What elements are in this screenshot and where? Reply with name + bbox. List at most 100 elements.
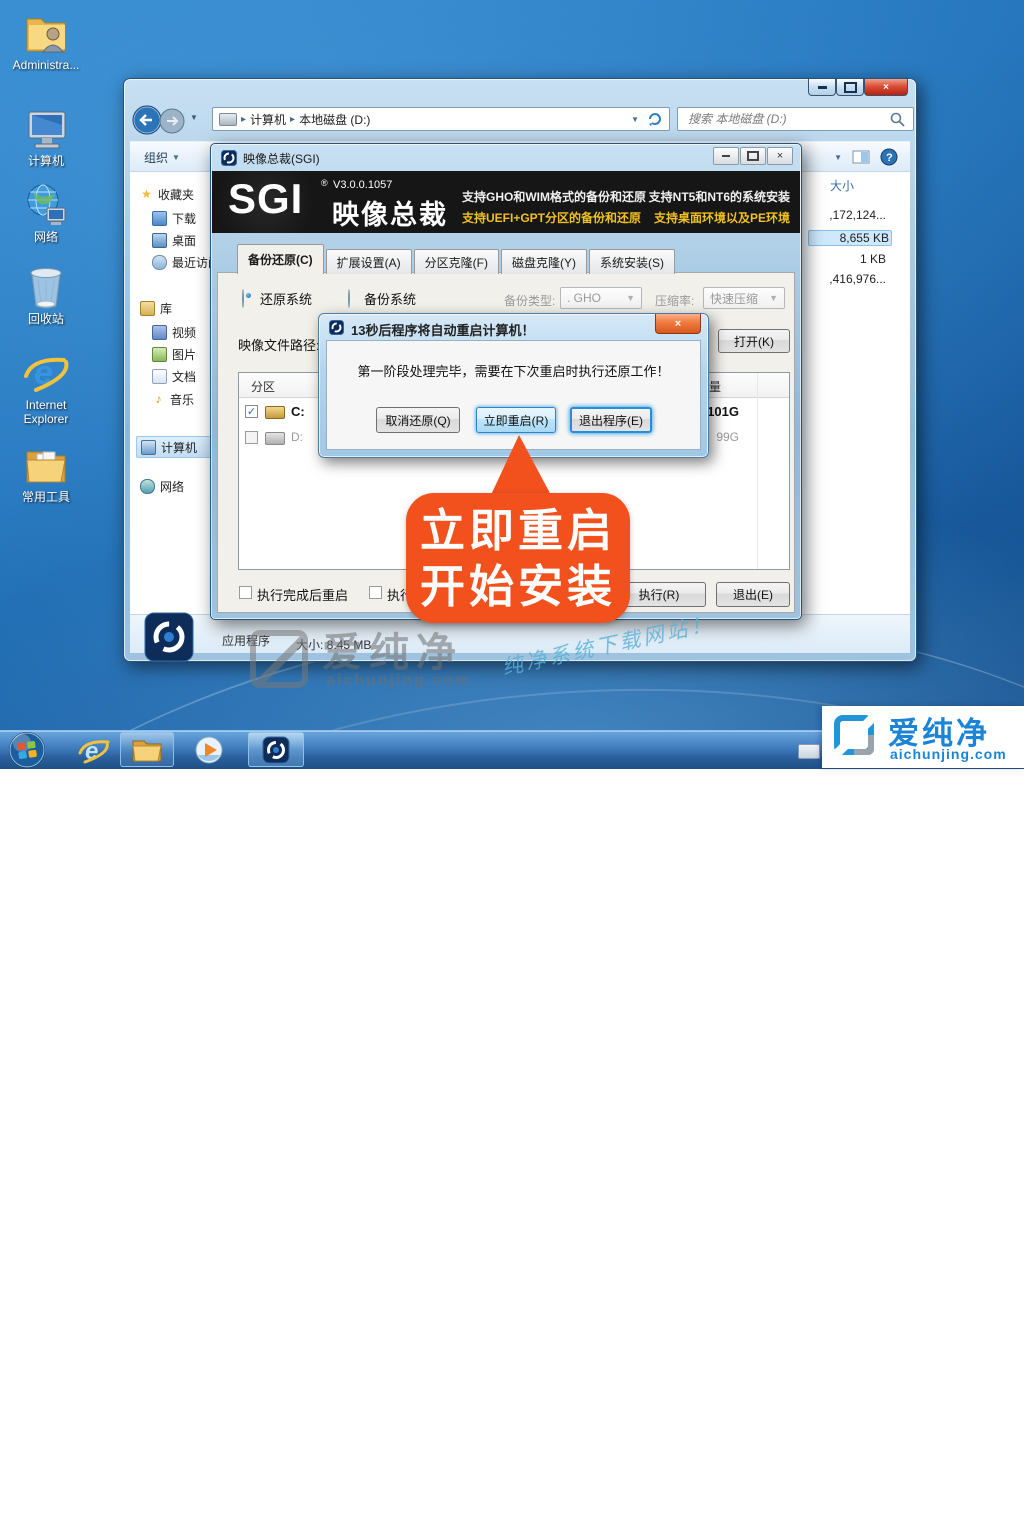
search-input[interactable] <box>686 111 880 127</box>
file-size-cell-selected[interactable]: 8,655 KB <box>808 230 892 246</box>
organize-button[interactable]: 组织 ▼ <box>136 145 188 170</box>
compress-rate-combo[interactable]: 快速压缩 ▼ <box>703 287 785 309</box>
language-keyboard-icon[interactable] <box>798 744 820 759</box>
compress-rate-label: 压缩率: <box>655 292 694 309</box>
computer-icon <box>23 108 69 152</box>
address-bar[interactable]: ▸ 计算机 ▸ 本地磁盘 (D:) ▼ <box>212 107 670 131</box>
partition-checkbox-d[interactable] <box>245 431 258 444</box>
sidebar-label: 收藏夹 <box>158 186 194 203</box>
organize-caret-icon: ▼ <box>172 153 180 162</box>
views-caret-icon[interactable]: ▼ <box>834 153 842 162</box>
desktop-icon-internet-explorer[interactable]: e Internet Explorer <box>4 350 88 426</box>
sgi-feature-row-2: 支持UEFI+GPT分区的备份和还原 支持桌面环境以及PE环境 <box>462 209 790 226</box>
explorer-close-button[interactable]: × <box>864 79 908 96</box>
desktop-icon-network[interactable]: 网络 <box>4 182 88 244</box>
sidebar-label: 库 <box>160 300 172 317</box>
search-box[interactable] <box>677 107 914 131</box>
computer-icon <box>141 440 156 455</box>
file-size-cell[interactable]: ,172,124... <box>808 208 886 222</box>
sgi-maximize-button[interactable] <box>740 147 766 165</box>
tab-extended-settings[interactable]: 扩展设置(A) <box>326 249 412 274</box>
restart-now-button[interactable]: 立即重启(R) <box>476 407 556 433</box>
desktop-icon-recycle-bin[interactable]: 回收站 <box>4 264 88 326</box>
tab-partition-clone[interactable]: 分区克隆(F) <box>414 249 499 274</box>
forward-button[interactable] <box>159 108 185 134</box>
minimize-icon <box>818 86 827 89</box>
partition-name: C: <box>291 404 305 419</box>
image-path-label: 映像文件路径: <box>238 335 320 354</box>
sidebar-label: 音乐 <box>170 391 194 408</box>
disk-icon <box>265 432 285 445</box>
restart-now-label: 立即重启(R) <box>484 412 549 429</box>
second-option-checkbox[interactable] <box>369 586 382 599</box>
address-dropdown-caret-icon[interactable]: ▼ <box>631 115 639 124</box>
back-button[interactable] <box>132 105 162 135</box>
taskbar-media-player-icon[interactable] <box>194 735 224 765</box>
desktop-icon-administrator[interactable]: Administra... <box>4 10 88 72</box>
taskbar-sgi-button[interactable] <box>248 732 304 767</box>
desktop-icon-computer[interactable]: 计算机 <box>4 108 88 168</box>
folder-icon <box>23 444 69 488</box>
tab-system-install[interactable]: 系统安装(S) <box>589 249 675 274</box>
restart-after-checkbox[interactable] <box>239 586 252 599</box>
breadcrumb-separator-icon: ▸ <box>290 114 295 125</box>
callout-line-1: 立即重启 <box>406 503 630 559</box>
combo-caret-icon: ▼ <box>626 293 635 303</box>
partition-checkbox-c[interactable]: ✓ <box>245 405 258 418</box>
tab-backup-restore[interactable]: 备份还原(C) <box>237 244 324 274</box>
quit-program-button[interactable]: 退出程序(E) <box>570 407 652 433</box>
desktop-icon-tools-folder[interactable]: 常用工具 <box>4 444 88 504</box>
help-icon[interactable]: ? <box>880 148 898 166</box>
watermark-brand: 爱纯净 <box>322 620 463 678</box>
tab-label: 磁盘克隆(Y) <box>512 254 576 271</box>
quit-program-label: 退出程序(E) <box>579 412 643 429</box>
explorer-minimize-button[interactable] <box>808 79 836 96</box>
tab-disk-clone[interactable]: 磁盘克隆(Y) <box>501 249 587 274</box>
logo-gray-corner <box>854 749 874 755</box>
sgi-header-banner: SGI ® V3.0.0.1057 映像总裁 支持GHO和WIM格式的备份和还原… <box>212 171 800 233</box>
backup-type-value: . GHO <box>567 291 601 305</box>
size-column-header[interactable]: 大小 <box>830 177 854 194</box>
desktop-icon-label: Administra... <box>4 58 88 72</box>
callout-bubble: 立即重启 开始安装 <box>406 493 630 623</box>
restore-system-radio[interactable] <box>242 289 244 308</box>
refresh-icon[interactable] <box>647 111 663 127</box>
backup-system-radio[interactable] <box>348 289 350 308</box>
breadcrumb-current[interactable]: 本地磁盘 (D:) <box>299 111 370 128</box>
sgi-close-button[interactable]: × <box>767 147 793 165</box>
callout-pointer <box>478 433 562 499</box>
partition-column-header[interactable]: 分区 <box>251 378 275 395</box>
sgi-minimize-button[interactable] <box>713 147 739 165</box>
breadcrumb-computer[interactable]: 计算机 <box>250 111 286 128</box>
taskbar-explorer-button[interactable] <box>120 732 174 767</box>
cancel-restore-button[interactable]: 取消还原(Q) <box>376 407 460 433</box>
watermark-center: 爱纯净 aichunjing.com <box>246 620 506 708</box>
minimize-icon <box>722 155 730 157</box>
taskbar-ie-icon[interactable]: e <box>78 735 110 765</box>
file-size-cell[interactable]: 1 KB <box>808 252 886 266</box>
sgi-tab-bar: 备份还原(C) 扩展设置(A) 分区克隆(F) 磁盘克隆(Y) 系统安装(S) <box>237 244 677 274</box>
dialog-close-button[interactable]: × <box>655 314 701 334</box>
maximize-icon <box>747 151 759 161</box>
preview-pane-icon[interactable] <box>852 149 870 165</box>
sidebar-label: 下载 <box>172 210 196 227</box>
sidebar-label: 桌面 <box>172 232 196 249</box>
start-button[interactable] <box>8 731 46 769</box>
user-folder-icon <box>23 10 69 56</box>
feature-text: 支持UEFI+GPT分区的备份和还原 <box>462 209 641 226</box>
dialog-title: 13秒后程序将自动重启计算机！ <box>351 320 534 339</box>
maximize-icon <box>844 82 857 93</box>
callout-line-2: 开始安装 <box>406 559 630 615</box>
file-size-cell[interactable]: ,416,976... <box>808 272 886 286</box>
library-icon <box>140 301 155 316</box>
organize-label: 组织 <box>144 149 168 166</box>
explorer-nav-row: ▼ ▸ 计算机 ▸ 本地磁盘 (D:) ▼ <box>132 101 908 137</box>
open-button[interactable]: 打开(K) <box>718 329 790 353</box>
tab-label: 系统安装(S) <box>600 254 664 271</box>
music-note-icon: ♪ <box>152 393 165 406</box>
network-globe-icon <box>23 182 69 228</box>
explorer-maximize-button[interactable] <box>836 79 864 96</box>
search-icon[interactable] <box>890 112 905 127</box>
nav-history-caret-icon[interactable]: ▼ <box>190 113 198 122</box>
backup-type-combo[interactable]: . GHO ▼ <box>560 287 642 309</box>
